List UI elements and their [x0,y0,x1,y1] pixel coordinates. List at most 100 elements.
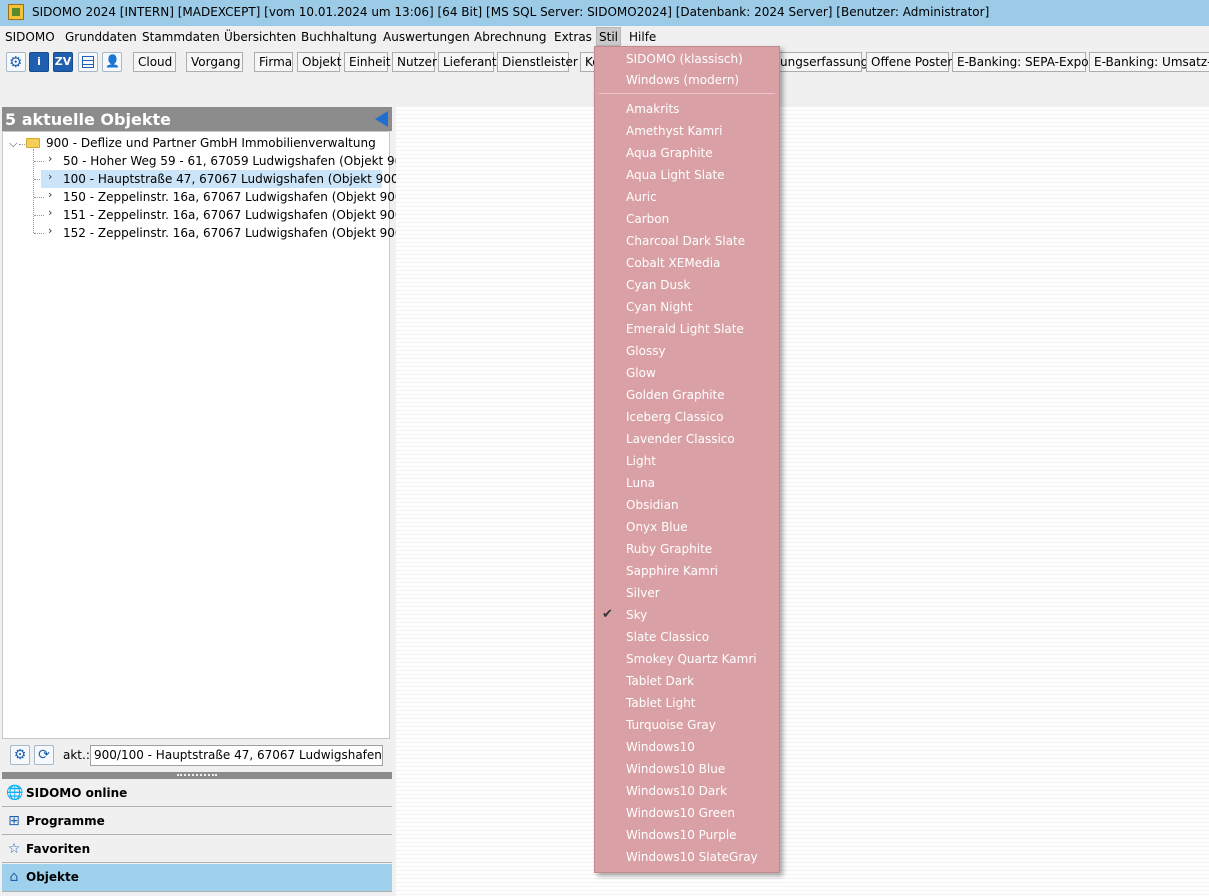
menu-stil[interactable]: Stil [596,27,621,46]
stil-menu-item[interactable]: Auric [626,187,657,207]
sepa-export-button[interactable]: E-Banking: SEPA-Export [952,52,1098,72]
stil-menu-item[interactable]: Cyan Night [626,297,693,317]
panel-splitter[interactable] [2,772,392,779]
menu-stammdaten[interactable]: Stammdaten [142,29,220,45]
checkmark-icon: ✔ [602,607,613,622]
current-object-field[interactable]: 900/100 - Hauptstraße 47, 67067 Ludwigsh… [90,745,383,766]
einheit-button[interactable]: Einheit [344,52,391,72]
stil-menu-item[interactable]: Windows10 Blue [626,759,725,779]
stil-menu-item[interactable]: Sapphire Kamri [626,561,718,581]
offene-posten-button[interactable]: Offene Posten [866,52,955,72]
stil-menu-item[interactable]: Windows10 [626,737,695,757]
stil-menu-item[interactable]: Windows10 Green [626,803,735,823]
tree-item[interactable]: 152 - Zeppelinstr. 16a, 67067 Ludwigshaf… [63,224,434,242]
stil-menu-item[interactable]: Aqua Light Slate [626,165,725,185]
menu-separator [599,93,775,94]
menu-buchhaltung[interactable]: Buchhaltung [301,29,377,45]
stil-menu-item[interactable]: Windows10 SlateGray [626,847,758,867]
stil-menu-item[interactable]: Obsidian [626,495,679,515]
home-icon: ⌂ [9,869,19,885]
menu-uebersichten[interactable]: Übersichten [224,29,296,45]
stil-menu-item[interactable]: Silver [626,583,660,603]
stil-menu-item[interactable]: Tablet Light [626,693,696,713]
stil-menu-item[interactable]: Cobalt XEMedia [626,253,720,273]
stil-menu-item[interactable]: Light [626,451,656,471]
menu-extras[interactable]: Extras [554,29,592,45]
nav-objekte[interactable]: ⌂ Objekte [2,864,392,892]
nav-programme[interactable]: ⊞ Programme [2,808,392,835]
app-icon[interactable] [8,4,24,20]
menu-auswertungen[interactable]: Auswertungen [383,29,470,45]
stil-menu-item[interactable]: Windows (modern) [626,70,739,90]
chevron-right-icon[interactable]: › [48,152,52,165]
firma-button[interactable]: Firma [254,52,293,72]
stil-menu-item[interactable]: Tablet Dark [626,671,694,691]
stil-menu-item[interactable]: Sky [626,605,647,625]
nav-favoriten[interactable]: ☆ Favoriten [2,836,392,863]
stil-menu-item[interactable]: Glow [626,363,656,383]
stil-menu-item[interactable]: Carbon [626,209,669,229]
akt-label: akt.: [63,748,90,762]
menu-hilfe[interactable]: Hilfe [629,29,656,45]
settings-gear-icon[interactable]: ⚙ [10,745,30,765]
stil-menu-item[interactable]: Onyx Blue [626,517,688,537]
nav-label: Programme [26,814,105,828]
stil-menu-item[interactable]: Emerald Light Slate [626,319,744,339]
stil-menu-item[interactable]: Golden Graphite [626,385,725,405]
stil-menu-item[interactable]: Turquoise Gray [626,715,716,735]
stil-menu-item[interactable]: Cyan Dusk [626,275,690,295]
stil-menu-item[interactable]: Glossy [626,341,666,361]
chevron-right-icon[interactable]: › [48,170,52,183]
stil-menu-item[interactable]: Ruby Graphite [626,539,712,559]
user-icon[interactable] [102,52,122,72]
stil-menu-item[interactable]: Iceberg Classico [626,407,724,427]
folder-icon [26,138,40,148]
table-icon[interactable] [78,52,98,72]
nutzer-button[interactable]: Nutzer [392,52,437,72]
stil-dropdown-menu: SIDOMO (klassisch) Windows (modern) Amakri… [594,46,780,873]
zv-icon[interactable]: ZV [53,52,73,72]
tree-item[interactable]: 100 - Hauptstraße 47, 67067 Ludwigshafen… [63,170,430,188]
recent-objects-header: 5 aktuelle Objekte [2,107,392,131]
stil-menu-item[interactable]: Windows10 Dark [626,781,727,801]
tree-item[interactable]: 50 - Hoher Weg 59 - 61, 67059 Ludwigshaf… [63,152,434,170]
dienstleister-button[interactable]: Dienstleister [497,52,578,72]
lieferant-button[interactable]: Lieferant [438,52,497,72]
tree-item[interactable]: 150 - Zeppelinstr. 16a, 67067 Ludwigshaf… [63,188,434,206]
chevron-right-icon[interactable]: › [48,224,52,237]
stil-menu-item[interactable]: Smokey Quartz Kamri [626,649,757,669]
refresh-icon[interactable]: ⟳ [34,745,54,765]
menu-sidomo[interactable]: SIDOMO [5,29,55,45]
stil-menu-item[interactable]: Lavender Classico [626,429,735,449]
grid-icon: ⊞ [8,813,20,829]
vorgang-button[interactable]: Vorgang [186,52,243,72]
menu-bar: SIDOMO Grunddaten Stammdaten Übersichten… [0,26,1209,47]
tree-item[interactable]: 151 - Zeppelinstr. 16a, 67067 Ludwigshaf… [63,206,434,224]
expand-chevron-icon[interactable]: ⌵ [9,137,17,151]
nav-sidomo-online[interactable]: 🌐 SIDOMO online [2,780,392,807]
tree-root-item[interactable]: 900 - Deflize und Partner GmbH Immobilie… [46,134,376,152]
umsatz-import-button[interactable]: E-Banking: Umsatz-Im [1089,52,1209,72]
stil-menu-item[interactable]: Slate Classico [626,627,709,647]
current-object-bar: ⚙ ⟳ akt.: 900/100 - Hauptstraße 47, 6706… [2,741,392,771]
collapse-arrow-icon[interactable] [375,111,388,127]
menu-grunddaten[interactable]: Grunddaten [65,29,137,45]
main-workspace [396,107,1209,896]
stil-menu-item[interactable]: Windows10 Purple [626,825,737,845]
stil-menu-item[interactable]: Aqua Graphite [626,143,713,163]
chevron-right-icon[interactable]: › [48,188,52,201]
objekt-button[interactable]: Objekt [297,52,341,72]
zahlungserfassung-button[interactable]: ungserfassung [775,52,868,72]
stil-menu-item[interactable]: SIDOMO (klassisch) [626,49,743,69]
cloud-button[interactable]: Cloud [133,52,176,72]
star-icon: ☆ [7,841,21,857]
stil-menu-item[interactable]: Luna [626,473,655,493]
stil-menu-item[interactable]: Amakrits [626,99,679,119]
stil-menu-item[interactable]: Charcoal Dark Slate [626,231,745,251]
menu-abrechnung[interactable]: Abrechnung [474,29,547,45]
stil-menu-item[interactable]: Amethyst Kamri [626,121,722,141]
chevron-right-icon[interactable]: › [48,206,52,219]
info-icon[interactable]: i [29,52,49,72]
globe-icon: 🌐 [6,785,24,801]
gear-icon[interactable] [6,52,26,72]
